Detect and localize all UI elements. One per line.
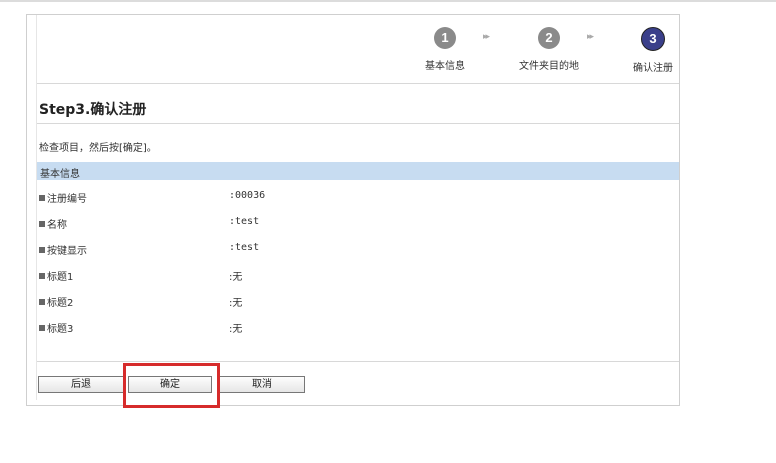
instruction-text: 检查项目，然后按[确定]。 xyxy=(39,143,157,154)
section-title: 基本信息 xyxy=(40,169,80,180)
top-border xyxy=(0,0,776,2)
field-value: :无 xyxy=(229,324,243,335)
step-2-label: 文件夹目的地 xyxy=(519,61,579,72)
panel-inner-border xyxy=(36,15,37,400)
step-1-label: 基本信息 xyxy=(425,61,465,72)
field-value: :无 xyxy=(229,272,243,283)
field-label: 标题2 xyxy=(39,294,73,309)
section-header: 基本信息 xyxy=(37,162,679,180)
header-divider xyxy=(37,83,679,84)
field-value: :无 xyxy=(229,298,243,309)
ok-button-highlight xyxy=(123,363,220,408)
footer-divider xyxy=(37,361,679,362)
field-value: :test xyxy=(229,216,260,227)
field-label: 注册编号 xyxy=(39,190,87,205)
step-2: 2 文件夹目的地 xyxy=(509,27,589,72)
step-3-number-icon: 3 xyxy=(641,27,665,51)
step-1: 1 基本信息 xyxy=(405,27,485,72)
title-divider xyxy=(37,123,679,124)
registration-panel: 1 基本信息 ▸▸ 2 文件夹目的地 ▸▸ 3 确认注册 Step3.确认注册 … xyxy=(26,14,680,408)
field-label: 名称 xyxy=(39,216,67,231)
step-3: 3 确认注册 xyxy=(613,27,693,74)
step-3-label: 确认注册 xyxy=(633,63,673,74)
field-label: 标题3 xyxy=(39,320,73,335)
field-value: :test xyxy=(229,242,260,253)
step-1-number-icon: 1 xyxy=(434,27,456,49)
field-value: :00036 xyxy=(229,190,266,201)
cancel-button[interactable]: 取消 xyxy=(219,376,305,393)
page-title: Step3.确认注册 xyxy=(39,102,147,118)
step-arrow-icon: ▸▸ xyxy=(483,32,490,42)
back-button[interactable]: 后退 xyxy=(38,376,124,393)
step-2-number-icon: 2 xyxy=(538,27,560,49)
field-label: 按键显示 xyxy=(39,242,87,257)
step-arrow-icon: ▸▸ xyxy=(587,32,594,42)
field-label: 标题1 xyxy=(39,268,73,283)
